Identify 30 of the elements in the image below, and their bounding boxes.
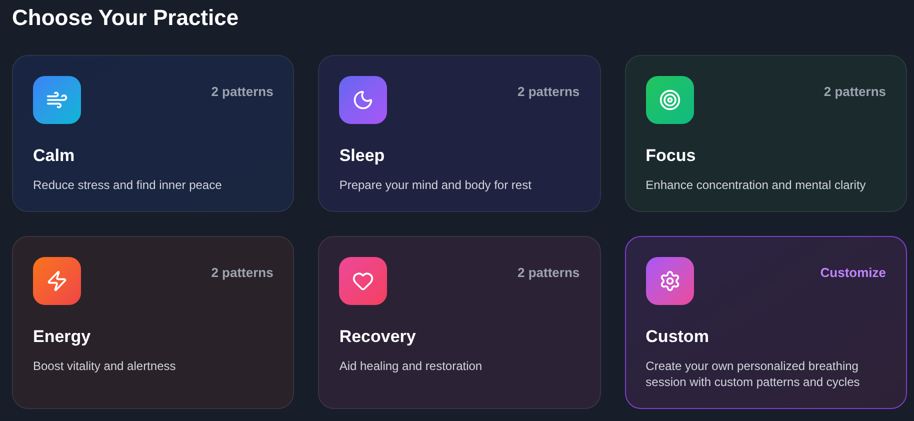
pattern-count: 2 patterns <box>211 264 274 282</box>
wind-icon <box>33 76 81 124</box>
card-title: Focus <box>646 145 697 167</box>
card-description: Boost vitality and alertness <box>33 358 177 374</box>
practice-card[interactable]: Customize Custom Create your own personalized breathing session with custom patterns and cycles <box>624 236 907 409</box>
pattern-count: 2 patterns <box>518 264 580 282</box>
pattern-count: 2 patterns <box>211 83 274 101</box>
card-description: Aid healing and restoration <box>339 358 484 374</box>
page-title: Choose Your Practice <box>12 4 240 32</box>
moon-icon <box>339 76 388 124</box>
card-description: Reduce stress and find inner peace <box>33 177 223 193</box>
card-title: Energy <box>33 326 92 348</box>
card-title: Custom <box>646 326 710 348</box>
lightning-icon <box>33 257 81 305</box>
card-description: Enhance concentration and mental clarity <box>646 177 867 193</box>
card-title: Sleep <box>339 145 386 167</box>
practice-card[interactable]: 2 patterns Calm Reduce stress and find inner peace <box>12 55 294 212</box>
customize-link[interactable]: Customize <box>820 263 886 282</box>
practice-card[interactable]: 2 patterns Sleep Prepare your mind and body for rest <box>318 55 601 212</box>
card-title: Recovery <box>339 326 417 348</box>
pattern-count: 2 patterns <box>824 83 886 101</box>
card-description: Create your own personalized breathing session with custom patterns and cycles <box>646 358 861 390</box>
target-icon <box>646 76 694 124</box>
gear-icon <box>646 257 694 305</box>
card-description: Prepare your mind and body for rest <box>339 177 532 193</box>
card-title: Calm <box>33 145 76 167</box>
practice-card[interactable]: 2 patterns Focus Enhance concentration and mental clarity <box>624 55 907 212</box>
practice-card[interactable]: 2 patterns Energy Boost vitality and alertness <box>12 236 294 409</box>
practice-card[interactable]: 2 patterns Recovery Aid healing and restoration <box>318 236 601 409</box>
pattern-count: 2 patterns <box>518 83 580 101</box>
